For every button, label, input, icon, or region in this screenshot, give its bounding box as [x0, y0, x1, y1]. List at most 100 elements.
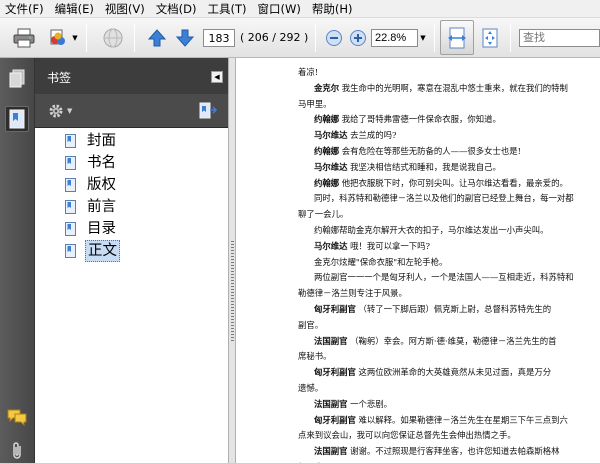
fit-page-icon: [482, 28, 498, 48]
line-text: 我坚决相信结式和睡和，我是说我自己。: [347, 161, 501, 172]
document-line: 匈牙利副官 （转了一下脚后跟）佩克斯上尉，总督科苏特先生的: [298, 303, 598, 316]
document-line: 马甲里。: [298, 98, 598, 111]
toolbar-divider: [134, 24, 135, 52]
menu-document[interactable]: 文档(D): [151, 0, 203, 18]
speaker-name: 约翰娜: [314, 114, 340, 125]
zoom-out-button[interactable]: [322, 26, 346, 50]
bookmark-label: 封面: [87, 133, 116, 149]
toolbar-divider: [510, 24, 511, 52]
line-text: 会有危险在等那些无防备的人——很多女士也是!: [339, 145, 522, 156]
speaker-name: 马尔维达: [314, 240, 348, 251]
printer-icon: [13, 28, 35, 48]
collaborate-button[interactable]: [46, 26, 70, 50]
speaker-name: 马尔维达: [314, 130, 348, 141]
line-text: 两位副官一一一个是匈牙利人，一个是法国人——互相走近，科苏特和: [314, 272, 574, 283]
speaker-name: 约翰娜: [314, 145, 340, 156]
bookmark-item[interactable]: 前言: [65, 196, 118, 218]
bookmark-icon: [9, 109, 25, 129]
options-button[interactable]: ▼: [47, 102, 77, 120]
line-text: 约翰娜帮助金克尔解开大衣的扣子，马尔维达发出一小声尖叫。: [314, 224, 549, 235]
zoom-in-button[interactable]: [346, 26, 370, 50]
bookmark-item-selected[interactable]: 正文: [65, 240, 120, 262]
document-line: 两位副官一一一个是匈牙利人，一个是法国人——互相走近，科苏特和: [298, 271, 598, 284]
line-text: 同时，科苏特和勒德律－洛兰以及他们的副官已经登上舞台，每一对都: [314, 193, 574, 204]
bookmark-icon: [65, 134, 76, 148]
bookmark-item[interactable]: 书名: [65, 152, 118, 174]
gear-icon: [49, 104, 63, 118]
search-input[interactable]: [519, 29, 600, 47]
speaker-name: 法国副官: [314, 335, 348, 346]
line-text: 难以解释。如果勒德律－洛兰先生在星期三下午三点到六: [355, 414, 568, 425]
line-text: 马甲里。: [298, 98, 332, 109]
bookmark-item[interactable]: 目录: [65, 218, 118, 240]
document-line: 同时，科苏特和勒德律－洛兰以及他们的副官已经登上舞台，每一对都: [298, 192, 598, 205]
expand-bookmark-button[interactable]: [198, 101, 218, 121]
document-line: 匈牙利副官 难以解释。如果勒德律－洛兰先生在星期三下午三点到六: [298, 414, 598, 427]
document-page: 着凉! 金克尔 我生命中的光明啊，寒意在混乱中悠士重来，就在我们的特制 马甲里。约翰…: [298, 66, 598, 463]
bookmark-icon: [65, 200, 76, 214]
menu-edit[interactable]: 编辑(E): [50, 0, 100, 18]
zoom-dropdown[interactable]: ▼: [418, 29, 428, 47]
document-line: 点来到议会山，我可以向您保证总督先生会伸出热情之手。: [298, 429, 598, 442]
attachments-button[interactable]: [5, 438, 29, 464]
line-text: 金克尔炫耀"保命衣服"和左轮手枪。: [314, 256, 448, 267]
print-button[interactable]: [12, 26, 36, 50]
splitter-grip[interactable]: [231, 241, 234, 341]
document-view[interactable]: 着凉! 金克尔 我生命中的光明啊，寒意在混乱中悠士重来，就在我们的特制 马甲里。约翰…: [236, 58, 600, 463]
bookmark-label: 正文: [85, 240, 120, 262]
menu-file[interactable]: 文件(F): [0, 0, 50, 18]
menu-window[interactable]: 窗口(W): [253, 0, 307, 18]
panel-toolbar: ▼: [35, 94, 229, 128]
menu-tools[interactable]: 工具(T): [203, 0, 253, 18]
bookmarks-button[interactable]: [5, 106, 29, 132]
globe-icon: [103, 28, 123, 48]
bookmark-label: 版权: [87, 177, 116, 193]
fit-width-button[interactable]: [440, 20, 474, 55]
zoom-level-input[interactable]: [371, 29, 418, 47]
bookmark-icon: [65, 156, 76, 170]
bookmark-icon: [65, 244, 76, 258]
document-line: 勒德律－洛兰则专注于风景。: [298, 287, 598, 300]
line-text: 席秘书。: [298, 351, 332, 362]
bookmark-list: 封面 书名 版权 前言 目录 正文: [35, 128, 229, 463]
line-text: 他把衣服脱下时，你可别尖叫。让马尔维达看看，最亲爱的。: [339, 177, 568, 188]
line-text: 哦！我可以拿一下吗?: [347, 240, 431, 251]
panel-splitter[interactable]: [228, 58, 236, 463]
speaker-name: 匈牙利副官: [314, 303, 356, 314]
menu-view[interactable]: 视图(V): [100, 0, 151, 18]
page-number-input[interactable]: [203, 29, 235, 47]
pages-button[interactable]: [5, 66, 29, 92]
line-text: 点来到议会山，我可以向您保证总督先生会伸出热情之手。: [298, 430, 516, 441]
speaker-name: 马尔维达: [314, 161, 348, 172]
share-button[interactable]: [101, 26, 125, 50]
next-page-button[interactable]: [173, 26, 197, 50]
line-text: 勒德律－洛兰则专注于风景。: [298, 288, 407, 299]
bookmark-item[interactable]: 封面: [65, 130, 118, 152]
line-text: 着凉!: [298, 67, 319, 77]
document-line: 金克尔 我生命中的光明啊，寒意在混乱中悠士重来，就在我们的特制: [298, 82, 598, 95]
document-line: 法国副官 （鞠躬）幸会。阿方斯·德·维莫，勒德律－洛兰先生的首: [298, 335, 598, 348]
arrow-down-icon: [175, 29, 195, 47]
document-line: 法国副官 一个悲剧。: [298, 398, 598, 411]
comments-button[interactable]: [5, 404, 29, 430]
paperclip-icon: [13, 442, 21, 459]
line-text: 一个悲剧。: [347, 398, 393, 409]
comment-icon: [7, 409, 27, 426]
document-line: 匈牙利副官 这两位欧洲革命的大英雄竟然从未见过面，真是万分: [298, 366, 598, 379]
toolbar-divider: [434, 24, 435, 52]
collaborate-dropdown[interactable]: ▼: [70, 26, 80, 50]
chevron-down-icon: ▼: [72, 34, 78, 42]
previous-page-button[interactable]: [145, 26, 169, 50]
document-line: 金克尔炫耀"保命衣服"和左轮手枪。: [298, 256, 598, 269]
fit-page-button[interactable]: [478, 26, 502, 50]
bookmark-expand-icon: [199, 102, 218, 119]
speaker-name: 法国副官: [314, 398, 348, 409]
line-text: 副官。: [298, 319, 324, 330]
bookmark-label: 目录: [87, 221, 116, 237]
zoom-out-icon: [326, 30, 342, 46]
menu-help[interactable]: 帮助(H): [307, 0, 359, 18]
bookmark-item[interactable]: 版权: [65, 174, 118, 196]
fit-width-icon: [448, 27, 466, 48]
collapse-panel-button[interactable]: ◀: [211, 71, 223, 83]
pages-icon: [9, 69, 25, 88]
